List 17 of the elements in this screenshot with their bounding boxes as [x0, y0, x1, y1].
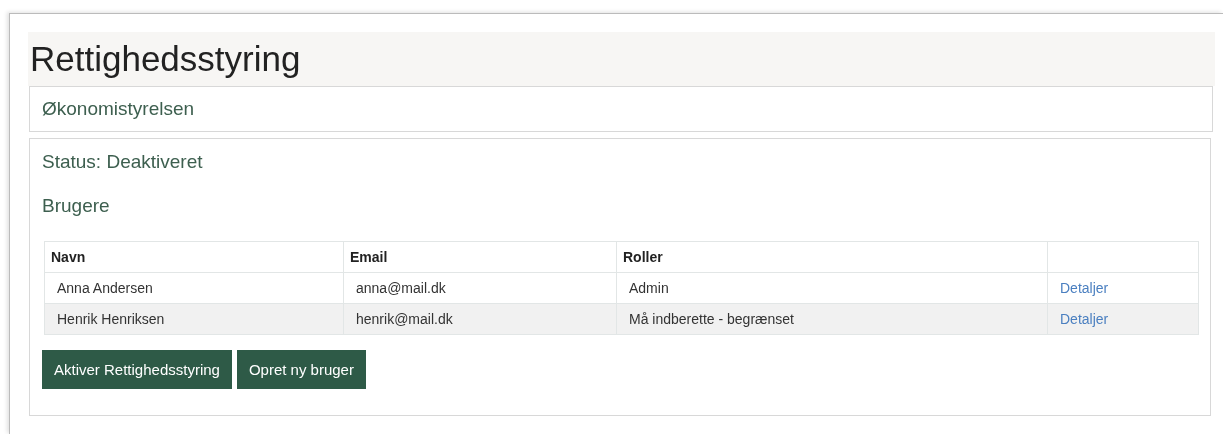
column-header: Navn — [44, 241, 344, 273]
action-button[interactable]: Aktiver Rettighedsstyring — [42, 350, 232, 389]
column-header: Email — [343, 241, 617, 273]
table-cell: Må indberette - begrænset — [616, 303, 1048, 335]
table-cell: Admin — [616, 272, 1048, 304]
details-link[interactable]: Detaljer — [1060, 311, 1109, 327]
status-text: Status: Deaktiveret — [42, 151, 204, 173]
table-cell: anna@mail.dk — [343, 272, 617, 304]
action-button[interactable]: Opret ny bruger — [236, 350, 366, 389]
details-link[interactable]: Detaljer — [1060, 280, 1109, 296]
page-title: Rettighedsstyring — [30, 39, 301, 79]
table-cell: Anna Andersen — [44, 272, 344, 304]
column-header: Roller — [616, 241, 1048, 273]
table-cell: henrik@mail.dk — [343, 303, 617, 335]
section-heading: Brugere — [42, 195, 111, 217]
table-cell: Henrik Henriksen — [44, 303, 344, 335]
organisation-name: Økonomistyrelsen — [42, 98, 195, 120]
